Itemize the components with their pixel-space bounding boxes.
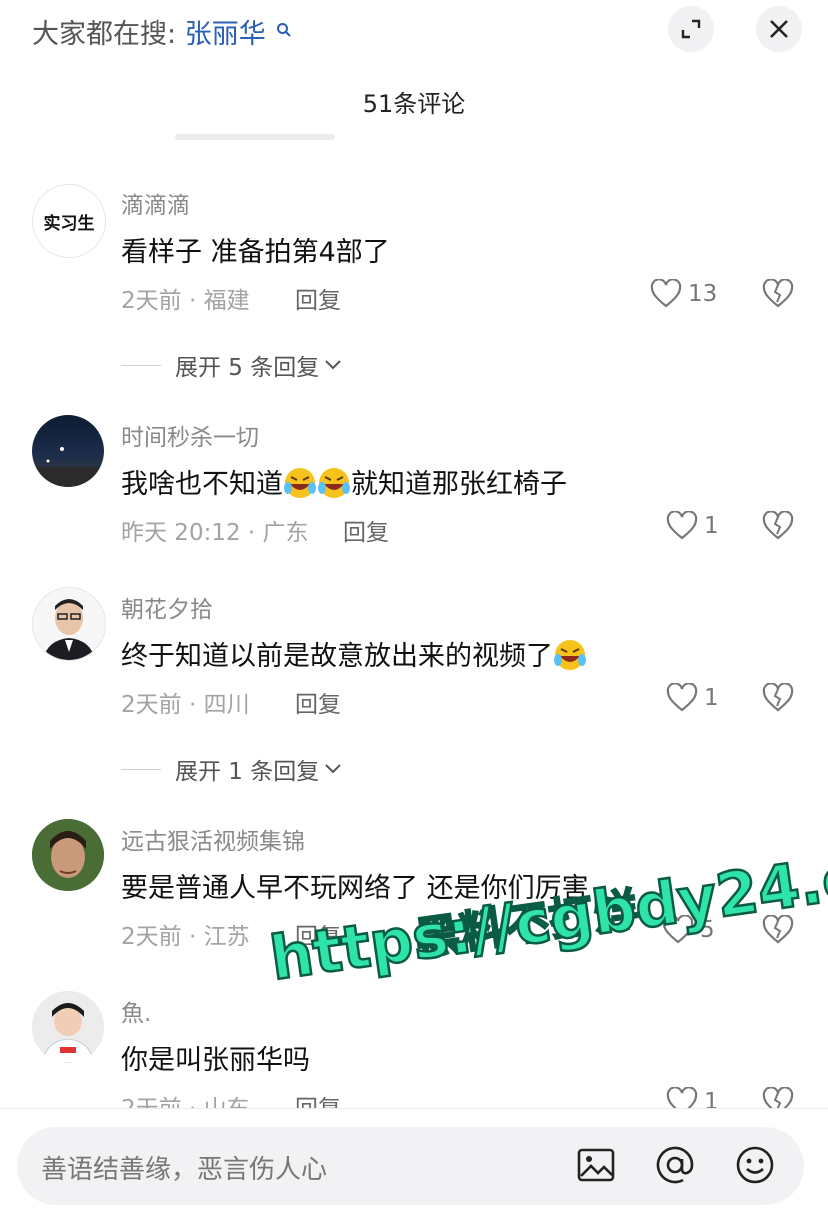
- avatar[interactable]: 实习生: [32, 184, 106, 258]
- comment-meta: 2天前 · 四川: [121, 692, 250, 718]
- avatar[interactable]: [32, 819, 104, 891]
- comment-text: 我啥也不知道 就知道那张红椅子: [121, 462, 567, 503]
- search-icon: [276, 14, 292, 45]
- avatar[interactable]: [32, 587, 106, 661]
- faded-previous-text: [175, 126, 335, 140]
- comment-meta: 2天前 · 江苏: [121, 924, 250, 950]
- comment-meta: 2天前 · 福建: [121, 288, 250, 314]
- expand-replies[interactable]: 展开 5 条回复: [121, 348, 343, 382]
- heart-icon: [650, 279, 682, 308]
- chevron-down-icon: [325, 360, 341, 370]
- divider-line: [121, 364, 161, 366]
- laughing-crying-emoji-icon: [554, 639, 586, 670]
- avatar-portrait: [32, 991, 104, 1063]
- laughing-crying-emoji-icon: [318, 467, 350, 498]
- dislike-button[interactable]: [762, 510, 794, 545]
- comment-composer-bar: 善语结善缘，恶言伤人心: [0, 1108, 828, 1232]
- divider-line: [121, 768, 161, 770]
- dislike-button[interactable]: [762, 682, 794, 717]
- search-suggestion[interactable]: 大家都在搜: 张丽华: [32, 12, 292, 51]
- reply-button[interactable]: 回复: [295, 281, 341, 315]
- comment-count-title: 51条评论: [362, 90, 466, 118]
- collapse-icon: [681, 19, 701, 39]
- like-count: 1: [704, 513, 719, 539]
- like-button[interactable]: 1: [666, 511, 719, 541]
- expand-replies-label: 展开 1 条回复: [175, 759, 320, 785]
- heart-icon: [666, 683, 698, 712]
- comment-text: 看样子 准备拍第4部了: [121, 237, 390, 268]
- expand-replies-label: 展开 5 条回复: [175, 355, 320, 381]
- comment-author[interactable]: 滴滴滴: [121, 186, 190, 220]
- comment-author[interactable]: 远古狠活视频集锦: [121, 822, 305, 856]
- image-button[interactable]: [576, 1145, 616, 1189]
- reply-button[interactable]: 回复: [295, 685, 341, 719]
- comment-text-part: 就知道那张红椅子: [351, 469, 567, 500]
- avatar-portrait: [32, 819, 104, 891]
- like-button[interactable]: 13: [650, 279, 717, 309]
- smiley-icon: [736, 1146, 774, 1184]
- collapse-button[interactable]: [668, 6, 714, 52]
- avatar-night-photo: [32, 447, 104, 487]
- mention-button[interactable]: [655, 1145, 695, 1189]
- expand-replies[interactable]: 展开 1 条回复: [121, 752, 343, 786]
- avatar[interactable]: [32, 415, 104, 487]
- search-suggestion-keyword[interactable]: 张丽华: [185, 19, 266, 50]
- comment-text: 终于知道以前是故意放出来的视频了: [121, 634, 587, 675]
- comment-input-placeholder: 善语结善缘，恶言伤人心: [41, 1155, 328, 1185]
- watermark-url: https://cgbdy24.com: [265, 827, 828, 996]
- close-button[interactable]: [756, 6, 802, 52]
- image-icon: [577, 1148, 615, 1182]
- search-suggestion-prefix: 大家都在搜:: [32, 19, 177, 50]
- avatar-portrait: [33, 588, 105, 660]
- comment-text-part: 终于知道以前是故意放出来的视频了: [121, 641, 553, 672]
- like-count: 1: [704, 685, 719, 711]
- comment-author[interactable]: 朝花夕拾: [121, 590, 213, 624]
- dislike-button[interactable]: [762, 278, 794, 313]
- chevron-down-icon: [325, 764, 341, 774]
- comment-meta: 昨天 20:12 · 广东: [121, 520, 309, 546]
- comment-text-part: 我啥也不知道: [121, 469, 283, 500]
- avatar[interactable]: [32, 991, 104, 1063]
- like-button[interactable]: 1: [666, 683, 719, 713]
- broken-heart-icon: [762, 278, 794, 308]
- at-icon: [656, 1146, 694, 1184]
- comment-author[interactable]: 魚.: [121, 994, 151, 1028]
- broken-heart-icon: [762, 510, 794, 540]
- close-icon: [770, 20, 788, 38]
- emoji-button[interactable]: [735, 1145, 775, 1189]
- avatar-text: 实习生: [43, 213, 95, 234]
- comment-input[interactable]: 善语结善缘，恶言伤人心: [17, 1127, 804, 1205]
- laughing-crying-emoji-icon: [284, 467, 316, 498]
- heart-icon: [666, 511, 698, 540]
- broken-heart-icon: [762, 682, 794, 712]
- reply-button[interactable]: 回复: [343, 513, 389, 547]
- comment-author[interactable]: 时间秒杀一切: [121, 418, 259, 452]
- like-count: 13: [688, 281, 718, 307]
- top-bar: 大家都在搜: 张丽华: [0, 0, 828, 64]
- comment-text: 你是叫张丽华吗: [121, 1045, 310, 1076]
